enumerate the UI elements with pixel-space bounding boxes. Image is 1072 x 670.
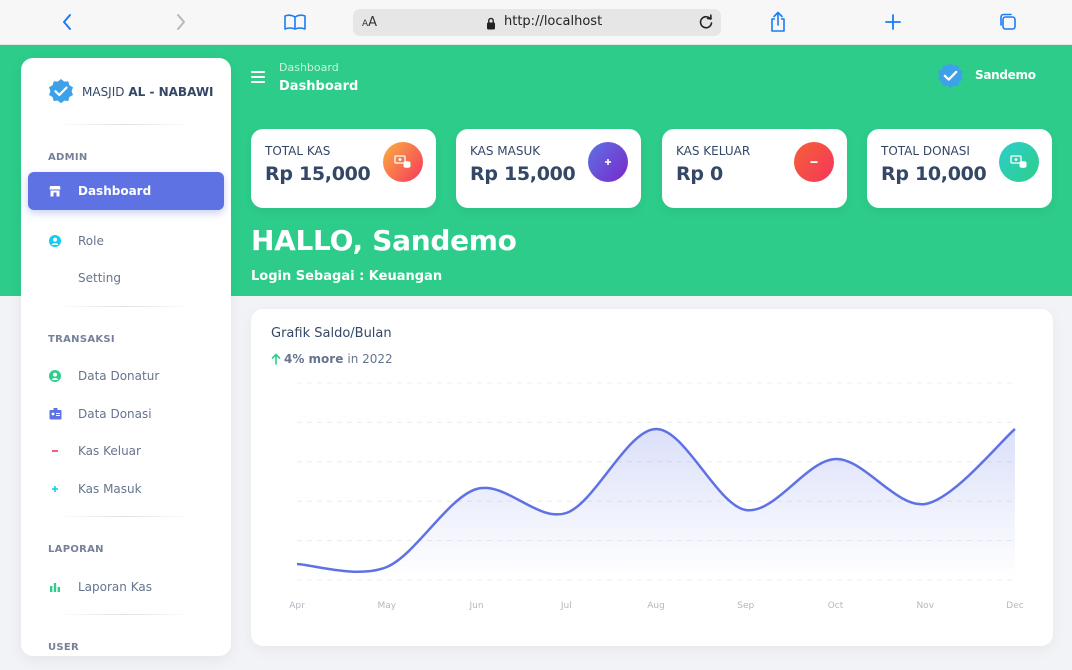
new-tab-icon[interactable] — [880, 10, 906, 34]
minus-icon — [794, 142, 834, 182]
sidebar-item-label: Dashboard — [78, 184, 152, 198]
sidebar-item-role[interactable]: Role — [28, 222, 224, 260]
sidebar-item-label: Data Donatur — [78, 369, 160, 383]
sidebar-item-dashboard[interactable]: Dashboard — [28, 172, 224, 210]
login-role: Login Sebagai : Keuangan — [251, 269, 443, 284]
x-tick-label: Jul — [560, 601, 572, 611]
tabs-overview-icon[interactable] — [995, 10, 1021, 34]
verified-badge-icon[interactable] — [936, 62, 965, 91]
breadcrumb[interactable]: Dashboard — [279, 61, 339, 74]
divider — [57, 614, 192, 615]
stat-card-total-donasi: TOTAL DONASI Rp 10,000 — [867, 129, 1052, 208]
divider — [57, 306, 192, 307]
minus-icon — [48, 444, 62, 458]
bookmarks-icon[interactable] — [282, 10, 308, 34]
money-coins-icon — [383, 142, 423, 182]
id-card-icon — [48, 407, 62, 421]
stat-card-kas-keluar: KAS KELUAR Rp 0 — [662, 129, 847, 208]
sidebar-item-kas-keluar[interactable]: Kas Keluar — [28, 432, 224, 470]
page-title: Dashboard — [279, 79, 359, 94]
stat-card-total-kas: TOTAL KAS Rp 15,000 — [251, 129, 436, 208]
brand-prefix: MASJID — [82, 85, 125, 99]
x-tick-label: Dec — [1006, 601, 1023, 611]
stat-value: Rp 10,000 — [881, 163, 987, 185]
sidebar-item-data-donasi[interactable]: Data Donasi — [28, 395, 224, 433]
bar-chart-icon — [48, 580, 62, 594]
x-tick-label: Apr — [289, 601, 305, 611]
stat-label: KAS MASUK — [470, 144, 541, 158]
stat-value: Rp 0 — [676, 163, 723, 185]
sidebar-item-label: Kas Keluar — [78, 444, 141, 458]
sidebar-item-kas-masuk[interactable]: Kas Masuk — [28, 470, 224, 508]
x-tick-label: Aug — [647, 601, 665, 611]
address-bar[interactable]: AA http://localhost — [353, 9, 721, 36]
section-title-transaksi: TRANSAKSI — [48, 334, 115, 345]
brand-name: AL - NABAWI — [128, 85, 214, 99]
section-title-laporan: LAPORAN — [48, 544, 104, 555]
sidebar-item-label: Data Donasi — [78, 407, 152, 421]
series-area — [297, 428, 1015, 579]
sidebar: MASJID AL - NABAWI ADMIN Dashboard Role … — [21, 58, 231, 656]
share-icon[interactable] — [765, 10, 791, 34]
stat-label: TOTAL KAS — [265, 144, 331, 158]
setting-icon — [48, 271, 62, 285]
section-title-user: USER — [48, 642, 80, 653]
x-tick-label: Nov — [916, 601, 934, 611]
shop-icon — [48, 184, 62, 198]
url-text: http://localhost — [504, 14, 603, 29]
forward-icon[interactable] — [168, 10, 194, 34]
user-circle-icon — [48, 234, 62, 248]
brand[interactable]: MASJID AL - NABAWI — [47, 78, 214, 106]
greeting: HALLO, Sandemo — [251, 224, 517, 257]
divider — [57, 124, 192, 125]
sidebar-item-label: Role — [78, 234, 104, 248]
sidebar-item-data-donatur[interactable]: Data Donatur — [28, 357, 224, 395]
money-coins-icon — [999, 142, 1039, 182]
sidebar-item-setting[interactable]: Setting — [28, 259, 224, 297]
x-tick-label: May — [377, 601, 396, 611]
browser-toolbar: AA http://localhost — [0, 0, 1072, 45]
menu-toggle-icon[interactable] — [251, 71, 265, 83]
chart-card: Grafik Saldo/Bulan 4% more in 2022 Apr Ma… — [251, 309, 1053, 646]
verified-badge-icon — [49, 79, 73, 104]
x-tick-label: Sep — [737, 601, 754, 611]
user-circle-icon — [48, 369, 62, 383]
sidebar-item-label: Setting — [78, 271, 121, 285]
stat-label: KAS KELUAR — [676, 144, 751, 158]
x-tick-label: Jun — [468, 601, 483, 611]
text-size-button[interactable]: AA — [362, 15, 377, 30]
line-chart: Apr May Jun Jul Aug Sep Oct Nov Dec — [289, 382, 1024, 611]
section-title-admin: ADMIN — [48, 152, 88, 163]
stat-value: Rp 15,000 — [265, 163, 371, 185]
reload-icon[interactable] — [697, 13, 715, 35]
stat-card-kas-masuk: KAS MASUK Rp 15,000 — [456, 129, 641, 208]
x-tick-label: Oct — [828, 601, 844, 611]
back-icon[interactable] — [54, 10, 80, 34]
sidebar-item-laporan-kas[interactable]: Laporan Kas — [28, 568, 224, 606]
plus-icon — [48, 482, 62, 496]
sidebar-item-label: Laporan Kas — [78, 580, 152, 594]
plus-icon — [588, 142, 628, 182]
lock-icon — [486, 15, 496, 34]
divider — [57, 516, 192, 517]
sidebar-item-label: Kas Masuk — [78, 482, 142, 496]
user-name[interactable]: Sandemo — [975, 68, 1036, 82]
stat-label: TOTAL DONASI — [881, 144, 970, 158]
stat-value: Rp 15,000 — [470, 163, 576, 185]
